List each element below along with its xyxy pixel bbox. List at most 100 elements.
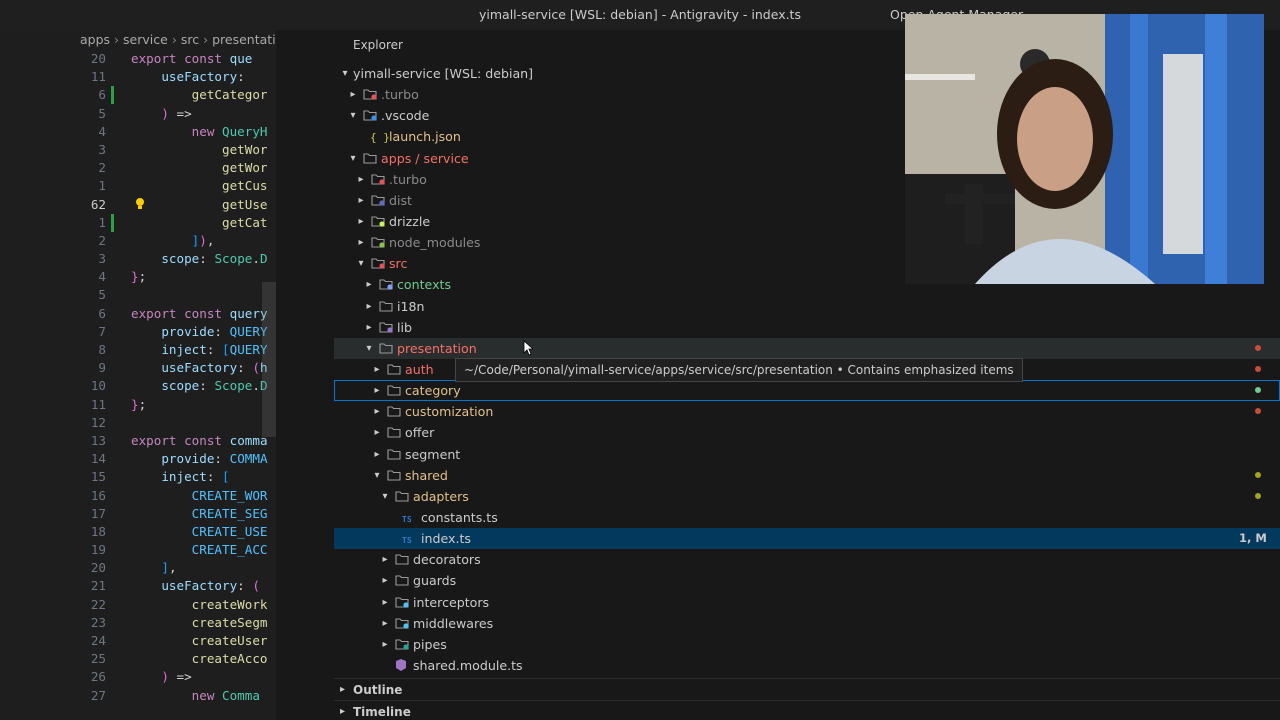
code-line[interactable]: 22 createWork — [0, 596, 276, 614]
code-line[interactable]: 24 createUser — [0, 632, 276, 650]
code-line[interactable]: 11 useFactory: — [0, 68, 276, 86]
code-line[interactable]: 26 ) => — [0, 668, 276, 686]
code-line[interactable]: 20 export const que — [0, 50, 276, 68]
code-line[interactable]: 6 export const query — [0, 305, 276, 323]
tree-folder[interactable]: ▸ middlewares — [334, 613, 1280, 634]
tree-folder[interactable]: ▾ presentation — [334, 337, 1280, 359]
code-line[interactable]: 14 provide: COMMA — [0, 450, 276, 468]
code-line[interactable]: 16 CREATE_WOR — [0, 487, 276, 505]
outline-section[interactable]: ▸ Outline — [334, 678, 1280, 700]
chevron-right-icon: › — [203, 32, 209, 47]
line-number: 4 — [98, 123, 106, 139]
code-line[interactable]: 4 new QueryH — [0, 123, 276, 141]
code-line[interactable]: 12 — [0, 414, 276, 432]
tree-file[interactable]: TS constants.ts — [334, 507, 1280, 528]
tree-folder[interactable]: ▸ guards — [334, 570, 1280, 591]
chevron-right-icon: ▸ — [358, 215, 364, 227]
code-lines[interactable]: 20 export const que 11 useFactory: 6 getCat… — [0, 50, 276, 705]
line-number: 9 — [98, 360, 106, 376]
line-number: 18 — [90, 523, 106, 539]
git-status-dot — [1255, 344, 1261, 351]
tree-folder[interactable]: ▸ lib — [334, 317, 1280, 338]
tree-folder[interactable]: ▸ pipes — [334, 634, 1280, 655]
code-line[interactable]: 20 ], — [0, 559, 276, 577]
tree-item-label: i18n — [397, 298, 425, 314]
code-line[interactable]: 19 CREATE_ACC — [0, 541, 276, 559]
chevron-right-icon: ▸ — [374, 363, 380, 375]
code-text: new Comma — [191, 687, 260, 703]
code-editor[interactable]: apps›service›src›presentation 20export c… — [0, 30, 276, 720]
code-line[interactable]: 15 inject: [ — [0, 468, 276, 486]
code-line[interactable]: 27 new Comma — [0, 687, 276, 705]
code-text: inject: [QUERY — [161, 342, 268, 357]
chevron-down-icon: ▾ — [350, 110, 356, 122]
tree-folder[interactable]: ▸ customization — [334, 401, 1280, 422]
code-line[interactable]: 10 scope: Scope.D — [0, 377, 276, 395]
breadcrumb-item[interactable]: presentation — [212, 32, 276, 47]
chevron-right-icon: ▸ — [358, 194, 364, 206]
code-line[interactable]: 21 useFactory: ( — [0, 577, 276, 595]
tree-item-label: launch.json — [389, 129, 461, 145]
code-line[interactable]: 2 ]), — [0, 232, 276, 250]
breadcrumb-item[interactable]: apps — [80, 32, 110, 47]
folder-icon — [394, 486, 410, 507]
tree-folder[interactable]: ▸ offer — [334, 422, 1280, 443]
chevron-right-icon: ▸ — [350, 89, 356, 101]
code-text: createWork — [191, 596, 268, 612]
git-status-dot — [1255, 408, 1261, 415]
timeline-section[interactable]: ▸ Timeline — [334, 700, 1280, 720]
line-number: 25 — [90, 651, 106, 667]
tree-file[interactable]: TS index.ts 1, M — [334, 528, 1280, 550]
code-line[interactable]: 5 ) => — [0, 105, 276, 123]
code-text: useFactory: (h — [161, 360, 268, 376]
tree-folder[interactable]: ▸ interceptors — [334, 592, 1280, 613]
line-number: 2 — [98, 232, 106, 248]
breadcrumb-item[interactable]: service — [123, 32, 168, 47]
dist-folder-icon — [370, 190, 386, 211]
code-text: ) => — [161, 105, 192, 121]
tree-folder[interactable]: ▸ decorators — [334, 549, 1280, 570]
code-line[interactable]: 4}; — [0, 268, 276, 286]
code-line[interactable]: 7 provide: QUERY — [0, 323, 276, 341]
chevron-right-icon: › — [114, 32, 120, 47]
git-status-dot — [1255, 365, 1261, 372]
tree-folder[interactable]: ▸ segment — [334, 444, 1280, 465]
code-line[interactable]: 1 getCat — [0, 213, 276, 232]
line-number: 21 — [90, 578, 106, 594]
code-text: getCus — [222, 178, 268, 194]
code-line[interactable]: 5 — [0, 286, 276, 304]
code-line[interactable]: 2 getWor — [0, 159, 276, 177]
breadcrumb-item[interactable]: src — [181, 32, 199, 47]
vscode-folder-icon — [362, 105, 378, 126]
code-line[interactable]: 25 createAcco — [0, 650, 276, 668]
folder-icon — [386, 422, 402, 443]
tree-folder[interactable]: ▸ category — [334, 380, 1280, 402]
code-line[interactable]: 8 inject: [QUERY — [0, 341, 276, 359]
code-line[interactable]: 1 getCus — [0, 177, 276, 195]
code-line[interactable]: 6 getCategor — [0, 86, 276, 105]
editor-scrollbar[interactable] — [262, 282, 276, 437]
code-line[interactable]: 11}; — [0, 396, 276, 414]
chevron-right-icon: ▸ — [382, 575, 388, 587]
folder-icon — [378, 338, 394, 359]
code-line[interactable]: 18 CREATE_USE — [0, 523, 276, 541]
tree-folder[interactable]: ▸ i18n — [334, 296, 1280, 317]
breadcrumb: apps›service›src›presentation — [80, 32, 276, 47]
chevron-right-icon: ▸ — [340, 684, 346, 695]
path-tooltip: ~/Code/Personal/yimall-service/apps/serv… — [455, 358, 1023, 382]
middlewares-folder-icon — [394, 613, 410, 634]
code-line[interactable]: 23 createSegm — [0, 614, 276, 632]
code-line[interactable]: 3 getWor — [0, 141, 276, 159]
folder-icon — [362, 148, 378, 169]
code-line[interactable]: 62 getUse — [0, 196, 276, 214]
code-line[interactable]: 9 useFactory: (h — [0, 359, 276, 377]
code-line[interactable]: 17 CREATE_SEG — [0, 505, 276, 523]
code-text: getUse — [222, 196, 268, 212]
tree-file[interactable]: shared.module.ts — [334, 655, 1280, 676]
line-number: 5 — [98, 105, 106, 121]
tree-folder[interactable]: ▾ shared — [334, 465, 1280, 486]
code-line[interactable]: 3 scope: Scope.D — [0, 250, 276, 268]
tree-folder[interactable]: ▾ adapters — [334, 486, 1280, 507]
code-line[interactable]: 13 export const comma — [0, 432, 276, 450]
line-number: 6 — [98, 87, 106, 103]
